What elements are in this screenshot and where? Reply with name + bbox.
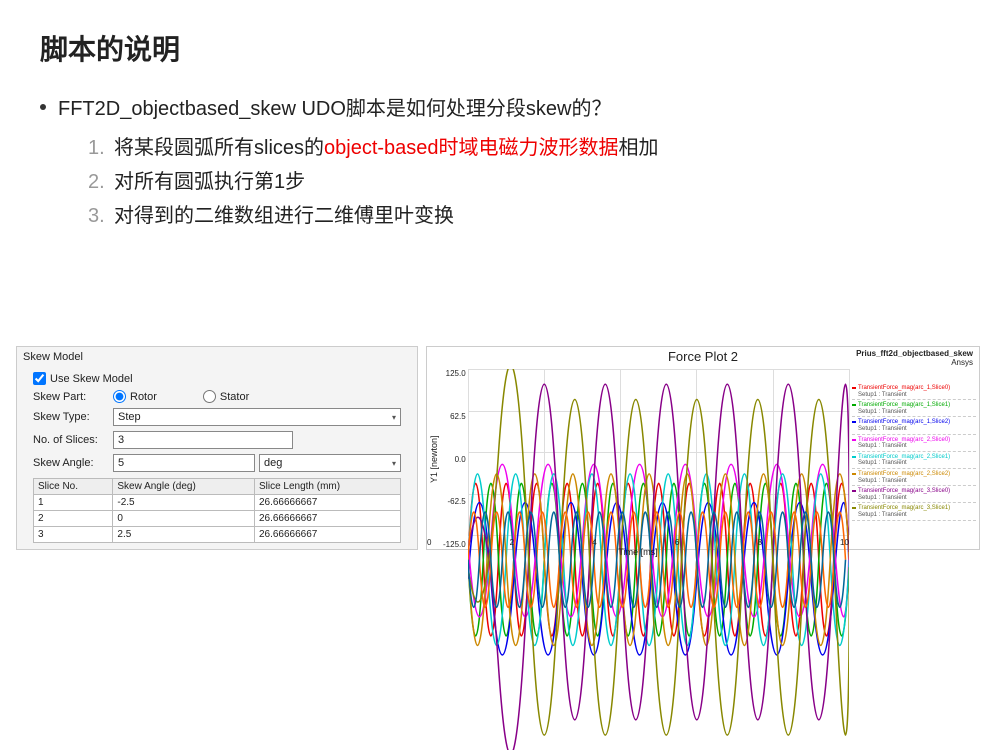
checkbox-icon[interactable]: [33, 372, 46, 385]
force-plot-panel: Force Plot 2 Prius_fft2d_objectbased_ske…: [426, 346, 980, 550]
legend-item[interactable]: TransientForce_mag(arc_3,Slice1)Setup1 :…: [852, 504, 976, 520]
legend-item[interactable]: TransientForce_mag(arc_1,Slice1)Setup1 :…: [852, 401, 976, 417]
angle-unit-select[interactable]: deg: [259, 454, 401, 472]
skew-model-panel: Skew Model Use Skew Model Skew Part: Rot…: [16, 346, 418, 550]
panel-header: Skew Model: [23, 351, 411, 363]
angle-input[interactable]: 5: [113, 454, 255, 472]
angle-label: Skew Angle:: [33, 457, 113, 469]
legend-item[interactable]: TransientForce_mag(arc_2,Slice1)Setup1 :…: [852, 453, 976, 469]
step-text: 对所有圆弧执行第1步: [114, 165, 305, 199]
waveforms: [468, 369, 849, 750]
slices-label: No. of Slices:: [33, 434, 113, 446]
bullet-main: FFT2D_objectbased_skew UDO脚本是如何处理分段skew的…: [40, 92, 955, 121]
legend-item[interactable]: TransientForce_mag(arc_2,Slice0)Setup1 :…: [852, 436, 976, 452]
y-axis-label: Y1 [newton]: [427, 369, 441, 549]
brand-label: Ansys: [951, 358, 973, 367]
x-axis-label: Time [ms]: [427, 547, 849, 557]
step-number: 2.: [88, 165, 114, 199]
table-header: Slice No. Skew Angle (deg) Slice Length …: [34, 479, 401, 495]
plot-legend: TransientForce_mag(arc_1,Slice0)Setup1 :…: [851, 383, 977, 523]
bullet-icon: [40, 104, 46, 110]
step-1: 1. 将某段圆弧所有slices的object-based时域电磁力波形数据相加: [88, 131, 955, 165]
legend-item[interactable]: TransientForce_mag(arc_1,Slice2)Setup1 :…: [852, 418, 976, 434]
radio-icon[interactable]: [203, 390, 216, 403]
stator-radio[interactable]: Stator: [203, 390, 249, 403]
plot-title: Force Plot 2: [553, 349, 853, 364]
step-text: 将某段圆弧所有slices的object-based时域电磁力波形数据相加: [114, 131, 659, 165]
table-row[interactable]: 1-2.526.66666667: [34, 495, 401, 511]
use-skew-checkbox[interactable]: Use Skew Model: [33, 372, 401, 385]
y-ticks: 125.0 62.5 0.0 -62.5 -125.0: [441, 369, 468, 549]
slide-title: 脚本的说明: [40, 28, 955, 68]
table-row[interactable]: 2026.66666667: [34, 511, 401, 527]
legend-item[interactable]: TransientForce_mag(arc_2,Slice2)Setup1 :…: [852, 470, 976, 486]
skew-part-label: Skew Part:: [33, 391, 113, 403]
chevron-down-icon: [392, 411, 396, 423]
col-header: Slice No.: [34, 479, 113, 495]
table-row[interactable]: 32.526.66666667: [34, 527, 401, 543]
slice-table: Slice No. Skew Angle (deg) Slice Length …: [33, 478, 401, 543]
x-ticks: 0 2 4 6 8 10: [427, 538, 849, 547]
skew-type-select[interactable]: Step: [113, 408, 401, 426]
step-number: 1.: [88, 131, 114, 165]
step-3: 3. 对得到的二维数组进行二维傅里叶变换: [88, 199, 955, 233]
col-header: Skew Angle (deg): [113, 479, 255, 495]
checkbox-label: Use Skew Model: [50, 373, 133, 385]
rotor-radio[interactable]: Rotor: [113, 390, 157, 403]
legend-item[interactable]: TransientForce_mag(arc_1,Slice0)Setup1 :…: [852, 384, 976, 400]
bullet-text: FFT2D_objectbased_skew UDO脚本是如何处理分段skew的…: [58, 92, 611, 121]
chevron-down-icon: [392, 457, 396, 469]
skew-type-label: Skew Type:: [33, 411, 113, 423]
plot-subtitle: Prius_fft2d_objectbased_skew: [856, 349, 973, 358]
step-text: 对得到的二维数组进行二维傅里叶变换: [114, 199, 454, 233]
radio-icon[interactable]: [113, 390, 126, 403]
slices-input[interactable]: 3: [113, 431, 293, 449]
plot-area[interactable]: [468, 369, 849, 535]
step-number: 3.: [88, 199, 114, 233]
col-header: Slice Length (mm): [254, 479, 400, 495]
step-2: 2. 对所有圆弧执行第1步: [88, 165, 955, 199]
legend-item[interactable]: TransientForce_mag(arc_3,Slice0)Setup1 :…: [852, 487, 976, 503]
